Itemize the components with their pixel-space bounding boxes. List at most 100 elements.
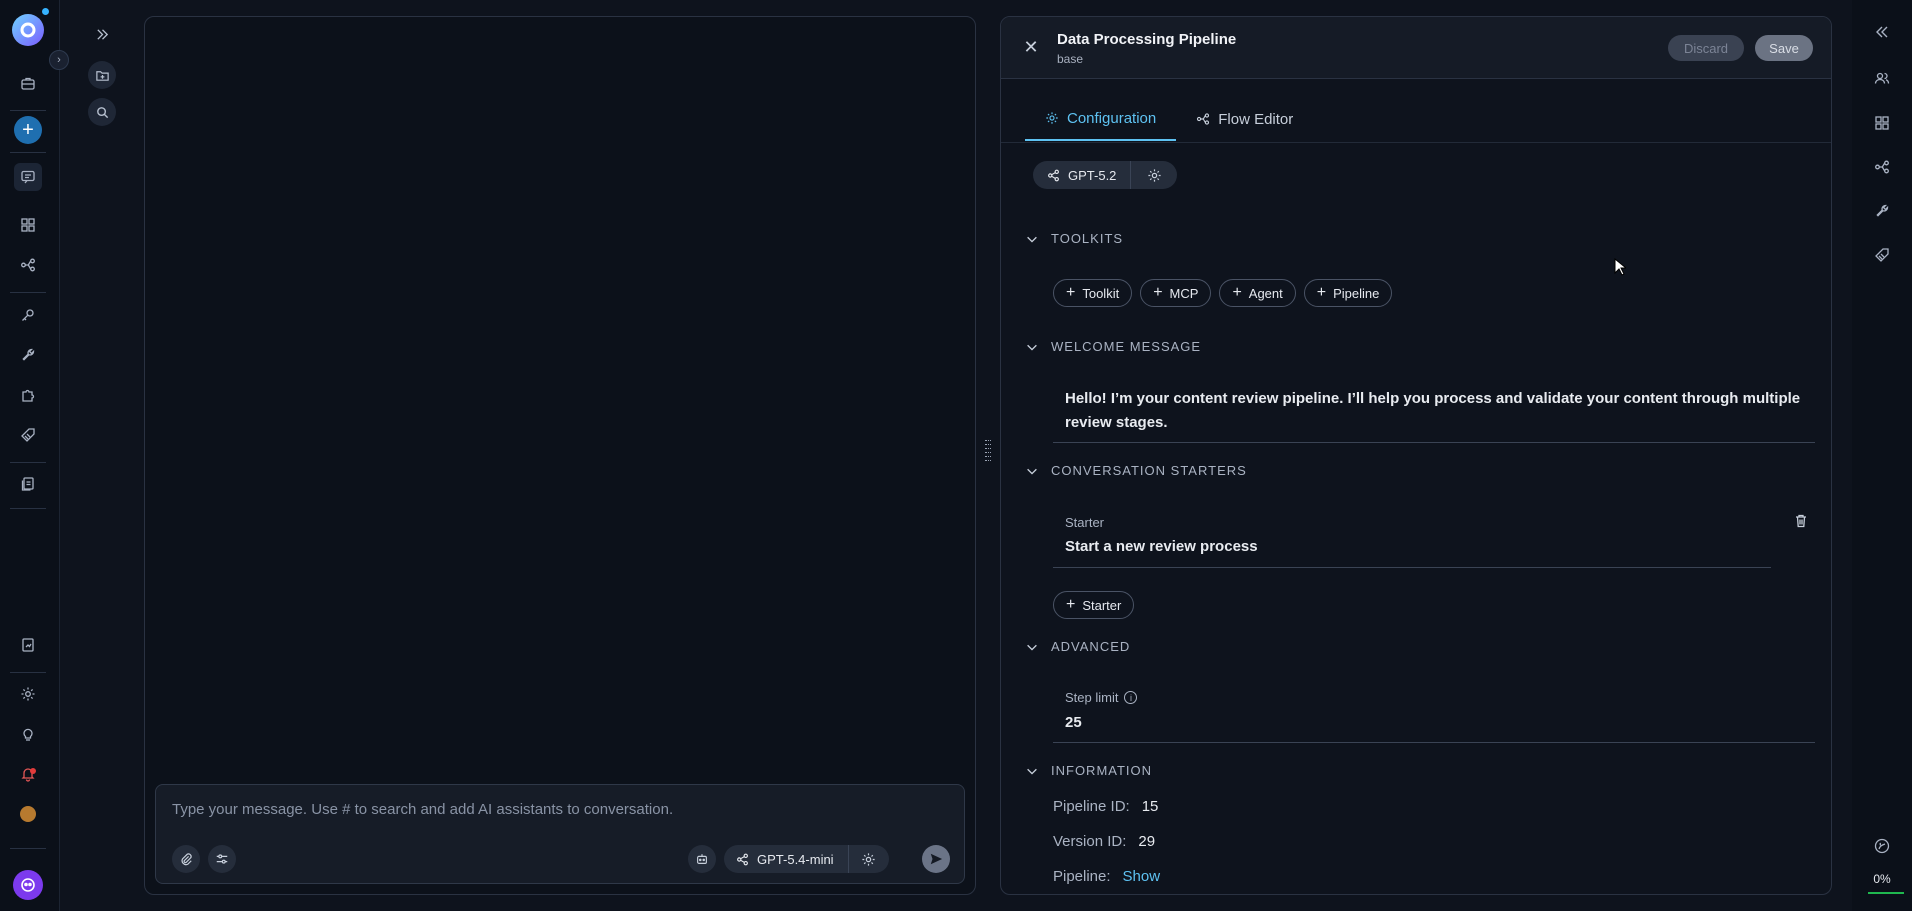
show-pipeline-link[interactable]: Show: [1123, 868, 1161, 885]
add-mcp-button[interactable]: + MCP: [1140, 279, 1212, 307]
chip-label: Starter: [1082, 597, 1122, 613]
bell-icon[interactable]: [14, 760, 42, 788]
section-advanced-toggle[interactable]: ADVANCED: [1025, 639, 1130, 654]
toolkit-chips: + Toolkit + MCP + Agent + Pipeline: [1053, 279, 1393, 307]
pipeline-icon[interactable]: [1872, 157, 1892, 177]
page-title: Data Processing Pipeline: [1057, 31, 1237, 48]
pipeline-icon[interactable]: [14, 251, 42, 279]
report-icon[interactable]: [14, 631, 42, 659]
field-underline: [1053, 442, 1815, 443]
divider: [10, 508, 46, 509]
info-label: Version ID:: [1053, 833, 1127, 850]
starter-input[interactable]: Start a new review process: [1065, 538, 1258, 555]
divider: [10, 292, 46, 293]
divider: [10, 110, 46, 111]
info-icon[interactable]: i: [1124, 691, 1138, 704]
grid-icon[interactable]: [1872, 113, 1892, 133]
divider: [10, 152, 46, 153]
users-icon[interactable]: [1872, 68, 1892, 88]
tab-flow-editor[interactable]: Flow Editor: [1176, 97, 1313, 141]
step-limit-input[interactable]: 25: [1065, 714, 1082, 731]
share-icon: [737, 853, 748, 865]
step-limit-text: Step limit: [1065, 690, 1119, 705]
tab-configuration[interactable]: Configuration: [1025, 97, 1177, 141]
section-heading: ADVANCED: [1051, 639, 1131, 654]
puzzle-icon[interactable]: [14, 381, 42, 409]
chip-label: Toolkit: [1082, 285, 1120, 301]
add-toolkit-button[interactable]: + Toolkit: [1053, 279, 1133, 307]
logo-status-dot: [42, 8, 49, 15]
close-icon[interactable]: ✕: [1021, 37, 1041, 57]
double-chevron-right-icon[interactable]: [88, 20, 116, 48]
chip-label: MCP: [1169, 285, 1199, 301]
discard-button[interactable]: Discard: [1668, 35, 1744, 61]
lightbulb-icon[interactable]: [14, 720, 42, 748]
section-starters-toggle[interactable]: CONVERSATION STARTERS: [1025, 463, 1247, 478]
send-icon[interactable]: [922, 845, 950, 873]
attach-icon[interactable]: [172, 845, 200, 873]
tab-label: Configuration: [1067, 109, 1157, 127]
gear-icon: [1046, 112, 1058, 124]
pipeline-config-panel: ✕ Data Processing Pipeline base Discard …: [1000, 16, 1832, 895]
search-icon[interactable]: [88, 98, 116, 126]
add-pipeline-button[interactable]: + Pipeline: [1303, 279, 1393, 307]
settings-icon[interactable]: [14, 680, 42, 708]
briefcase-icon[interactable]: [14, 70, 42, 98]
config-tabs: Configuration Flow Editor: [1025, 97, 1313, 141]
documents-icon[interactable]: [14, 470, 42, 498]
wrench-icon[interactable]: [14, 341, 42, 369]
new-chat-button[interactable]: +: [14, 116, 42, 144]
plus-icon: +: [1153, 284, 1163, 301]
config-model-selector[interactable]: GPT-5.2: [1033, 161, 1178, 189]
section-heading: INFORMATION: [1051, 763, 1153, 778]
config-header: ✕ Data Processing Pipeline base Discard …: [1001, 17, 1831, 79]
grid-icon[interactable]: [14, 211, 42, 239]
section-information-toggle[interactable]: INFORMATION: [1025, 763, 1152, 778]
add-starter-button[interactable]: + Starter: [1053, 591, 1135, 619]
tab-label: Flow Editor: [1218, 110, 1294, 128]
section-heading: TOOLKITS: [1051, 231, 1124, 246]
section-heading: CONVERSATION STARTERS: [1051, 463, 1247, 478]
assistant-bot-button[interactable]: [13, 870, 43, 900]
info-label: Pipeline:: [1053, 868, 1111, 885]
wrench-icon[interactable]: [1872, 201, 1892, 221]
section-heading: WELCOME MESSAGE: [1051, 339, 1202, 354]
progress-bar: [1868, 892, 1904, 894]
user-avatar[interactable]: [20, 806, 36, 822]
chat-model-selector[interactable]: GPT-5.4-mini: [724, 845, 889, 873]
field-underline: [1053, 742, 1815, 743]
message-input[interactable]: Type your message. Use # to search and a…: [172, 801, 673, 818]
app-logo[interactable]: [12, 14, 44, 46]
model-settings-icon[interactable]: [1131, 168, 1177, 183]
save-button[interactable]: Save: [1755, 35, 1813, 61]
panel-resize-handle[interactable]: [985, 440, 991, 470]
robot-icon[interactable]: [688, 845, 716, 873]
collapse-double-chevron-left-icon[interactable]: [1872, 22, 1892, 42]
chat-panel: Type your message. Use # to search and a…: [144, 16, 976, 895]
model-settings-icon[interactable]: [849, 852, 889, 867]
chevron-down-icon: [1027, 236, 1037, 243]
sliders-icon[interactable]: [208, 845, 236, 873]
new-folder-icon[interactable]: [88, 61, 116, 89]
plus-icon: +: [1316, 284, 1327, 301]
key-icon[interactable]: [14, 301, 42, 329]
section-toolkits-toggle[interactable]: TOOLKITS: [1025, 231, 1123, 246]
trash-icon[interactable]: [1793, 513, 1809, 529]
chat-model-name: GPT-5.4-mini: [757, 851, 834, 867]
tea-cup-icon[interactable]: [1872, 836, 1892, 856]
tag-icon[interactable]: [1872, 245, 1892, 265]
version-subtitle: base: [1057, 52, 1084, 66]
expand-sidebar-chevron-icon[interactable]: ›: [49, 50, 69, 70]
bot-icon: [21, 878, 35, 892]
plus-icon: +: [1066, 596, 1076, 613]
version-id-row: Version ID: 29: [1053, 833, 1155, 850]
section-welcome-toggle[interactable]: WELCOME MESSAGE: [1025, 339, 1201, 354]
add-agent-button[interactable]: + Agent: [1219, 279, 1296, 307]
notification-dot: [30, 768, 36, 774]
tag-icon[interactable]: [14, 421, 42, 449]
divider: [1001, 142, 1831, 143]
message-input-box[interactable]: Type your message. Use # to search and a…: [155, 784, 965, 884]
step-limit-label: Step limit i: [1065, 690, 1138, 705]
chat-icon[interactable]: [14, 163, 42, 191]
welcome-message-field[interactable]: Hello! I’m your content review pipeline.…: [1065, 387, 1810, 435]
